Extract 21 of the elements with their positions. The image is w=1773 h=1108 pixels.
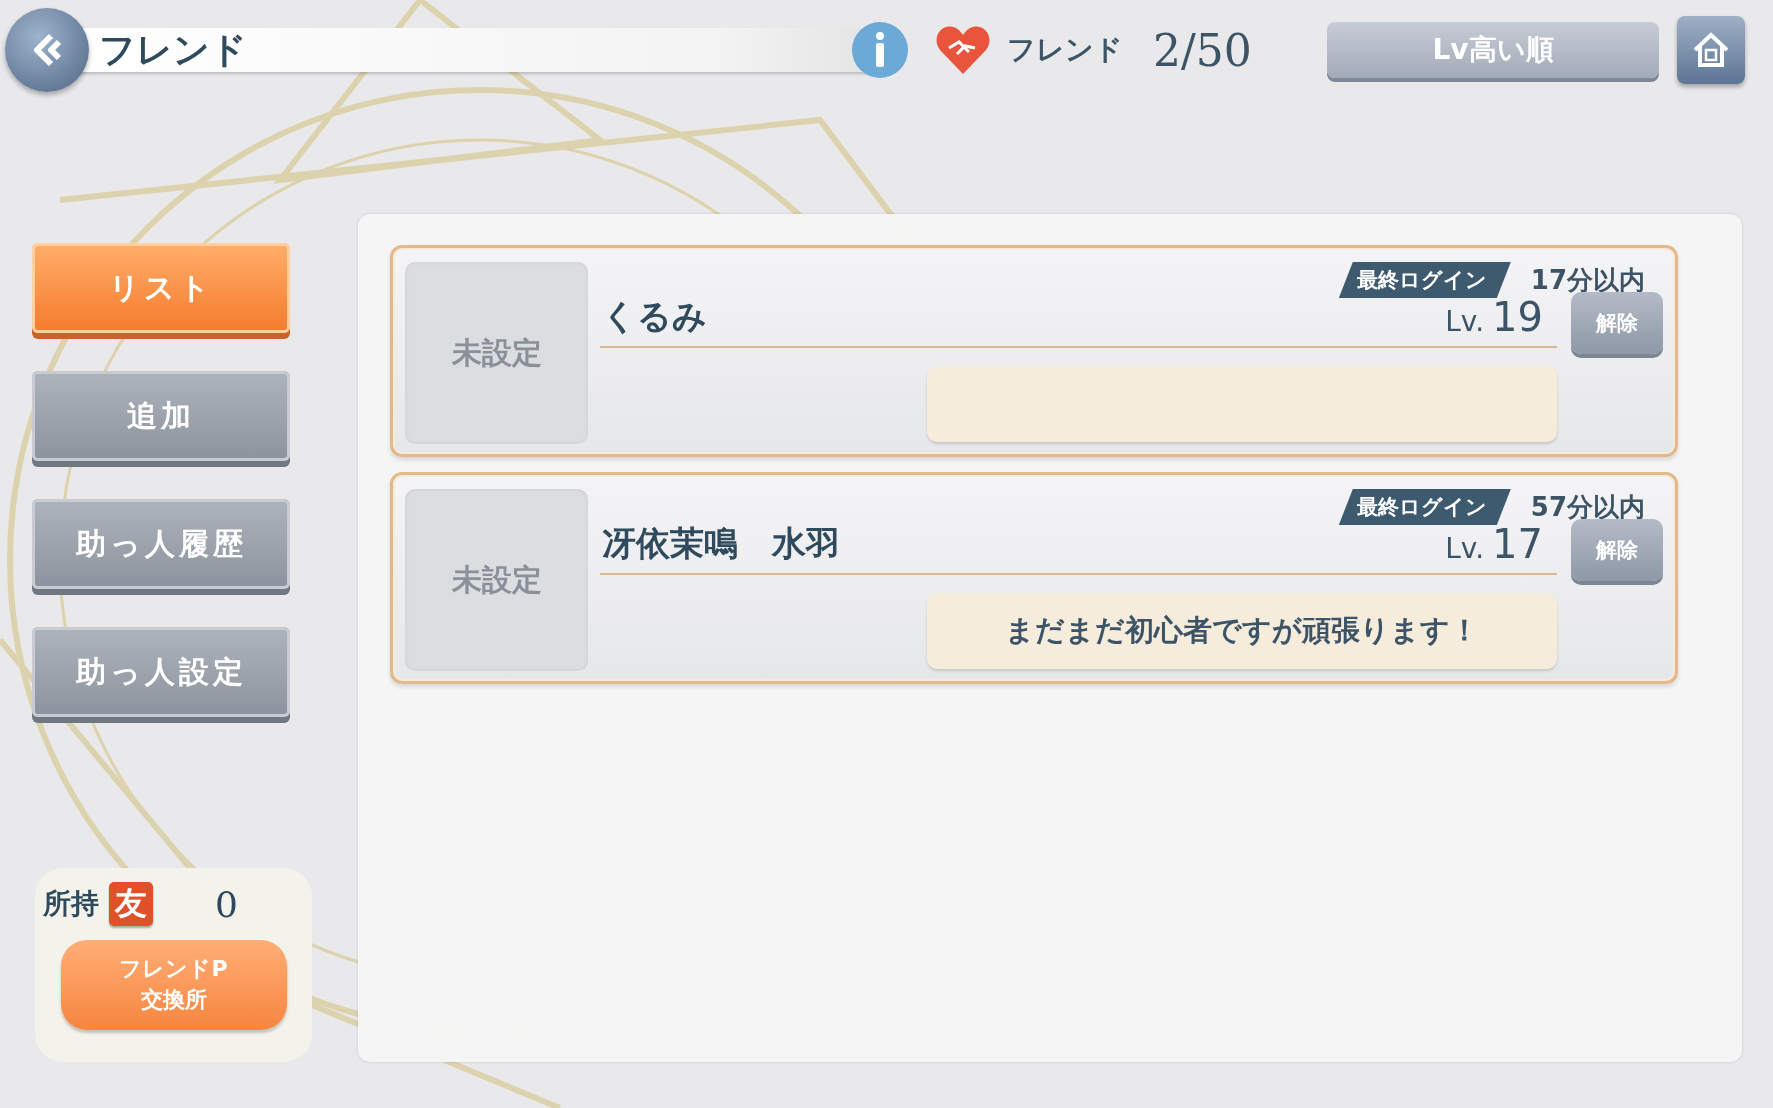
points-value: 0 (215, 883, 238, 925)
level-label: Lv. (1445, 305, 1485, 338)
heart-icon (935, 24, 991, 76)
home-button[interactable] (1677, 16, 1745, 84)
friend-count-label: フレンド (1007, 32, 1123, 68)
screen-title: フレンド (99, 27, 247, 72)
friend-point-badge: 友 (109, 882, 153, 926)
avatar-status-text: 未設定 (451, 333, 542, 372)
friend-name: 冴依茉鳴 水羽 (602, 522, 840, 565)
message-box: まだまだ初心者ですが頑張ります！ (927, 593, 1557, 669)
back-button[interactable] (5, 8, 89, 92)
friend-count: 2/50 (1153, 24, 1252, 76)
home-icon (1691, 30, 1731, 70)
last-login-label: 最終ログイン (1338, 262, 1511, 298)
last-login-label: 最終ログイン (1338, 489, 1511, 525)
info-icon[interactable] (851, 21, 909, 79)
points-label: 所持 (43, 886, 99, 922)
friend-name: くるみ (602, 295, 707, 338)
avatar-status-text: 未設定 (451, 560, 542, 599)
level-label: Lv. (1445, 532, 1485, 565)
exchange-button[interactable]: フレンドP 交換所 (60, 940, 287, 1030)
